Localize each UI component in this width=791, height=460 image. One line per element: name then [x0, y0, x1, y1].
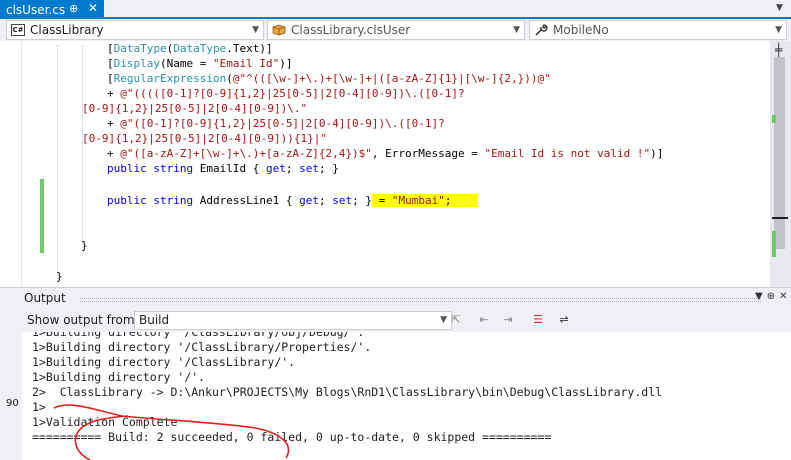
tab-clsuser[interactable]: clsUser.cs ⊕ ✕ — [0, 0, 104, 19]
clear-all-icon[interactable]: ☰ — [530, 312, 546, 328]
code-line: public string EmailId { get; set; } — [107, 162, 339, 175]
member-dropdown-value: MobileNo — [553, 23, 609, 37]
chevron-down-icon: ▼ — [252, 25, 259, 35]
output-line: 1>Building directory '/'. — [32, 370, 206, 384]
grip-dots — [80, 298, 761, 302]
pin-icon[interactable]: ⊕ — [69, 2, 78, 15]
split-handle-icon[interactable]: ╪ — [775, 43, 782, 57]
document-tab-strip: clsUser.cs ⊕ ✕ ▼ — [0, 0, 791, 19]
close-icon[interactable]: ✕ — [88, 1, 98, 15]
zoom-level[interactable]: 90 — [6, 398, 19, 409]
tab-label: clsUser.cs — [6, 2, 66, 17]
code-line: [Display(Name = "Email Id")] — [107, 57, 293, 70]
code-area[interactable]: [DataType(DataType.Text)] [Display(Name … — [22, 41, 770, 287]
output-line: 1>Building directory '/ClassLibrary/'. — [32, 355, 296, 369]
find-message-icon[interactable]: ⇱ — [448, 312, 464, 328]
output-line: 1>Building directory '/ClassLibrary/obj/… — [32, 332, 365, 339]
highlighted-snippet: = "Mumbai"; — [371, 194, 478, 207]
change-marker — [772, 231, 776, 257]
code-line: [RegularExpression(@"^(([\w-]+\.)+[\w-]+… — [107, 72, 551, 85]
code-line: [0-9]{1,2}|25[0-5]|2[0-4][0-9])){1}|" — [82, 132, 328, 145]
close-icon[interactable]: ✕ — [779, 291, 791, 302]
output-line: 1>Validation Complete — [32, 415, 178, 429]
project-dropdown[interactable]: C# ClassLibrary ▼ — [6, 20, 264, 40]
output-line: 1>Building directory '/ClassLibrary/Prop… — [32, 340, 372, 354]
member-dropdown[interactable]: MobileNo ▼ — [529, 20, 787, 40]
output-line: 2> ClassLibrary -> D:\Ankur\PROJECTS\My … — [32, 385, 663, 399]
pin-icon[interactable]: ⊕ — [767, 291, 779, 302]
output-text-area[interactable]: 1>Building directory '/ClassLibrary/obj/… — [22, 332, 791, 460]
scrollbar-thumb[interactable] — [774, 57, 785, 249]
project-dropdown-value: ClassLibrary — [30, 23, 104, 37]
previous-message-icon[interactable]: ⇤ — [476, 312, 492, 328]
code-editor[interactable]: [DataType(DataType.Text)] [Display(Name … — [0, 41, 791, 287]
class-dropdown[interactable]: ClassLibrary.clsUser ▼ — [267, 20, 525, 40]
class-dropdown-value: ClassLibrary.clsUser — [291, 23, 411, 37]
show-output-from-label: Show output from: — [27, 313, 139, 327]
code-line: [0-9]{1,2}|25[0-5]|2[0-4][0-9])\." — [82, 102, 308, 115]
wrench-icon — [534, 24, 548, 36]
editor-margin — [0, 41, 22, 287]
word-wrap-icon[interactable]: ⇌ — [556, 312, 572, 328]
output-title: Output — [24, 291, 66, 305]
code-line: + @"([0-1]?[0-9]{1,2}|25[0-5]|2[0-4][0-9… — [107, 117, 445, 130]
tab-overflow-icon[interactable]: ▼ — [776, 3, 783, 13]
caret-marker — [772, 217, 788, 219]
code-line: public string AddressLine1 { get; set; }… — [107, 194, 478, 207]
navigation-bar: C# ClassLibrary ▼ ClassLibrary.clsUser ▼… — [0, 19, 791, 41]
code-line: } — [56, 270, 63, 283]
code-line: + @"([a-zA-Z]+[\w-]+\.)+[a-zA-Z]{2,4})$"… — [107, 147, 664, 160]
output-panel-header: Output ▼⊕✕ — [0, 287, 791, 308]
change-marker — [772, 115, 776, 123]
output-toolbar: Show output from: Build ▼ ⇱ ⇤ ⇥ ☰ ⇌ — [22, 308, 791, 332]
chevron-down-icon: ▼ — [775, 25, 782, 35]
chevron-down-icon: ▼ — [513, 25, 520, 35]
chevron-down-icon: ▼ — [440, 315, 447, 325]
code-line: [DataType(DataType.Text)] — [107, 42, 273, 55]
code-line: } — [81, 239, 88, 252]
output-source-value: Build — [139, 313, 170, 327]
csharp-project-icon: C# — [11, 24, 25, 36]
output-source-select[interactable]: Build ▼ — [134, 311, 452, 330]
editor-vertical-scrollbar[interactable]: ╪ — [770, 41, 791, 287]
window-position-icon[interactable]: ▼ — [755, 291, 767, 302]
class-icon — [272, 24, 286, 36]
next-message-icon[interactable]: ⇥ — [500, 312, 516, 328]
output-line: ========== Build: 2 succeeded, 0 failed,… — [32, 430, 552, 444]
output-line: 1> — [32, 400, 46, 414]
code-line: + @"(((([0-1]?[0-9]{1,2}|25[0-5]|2[0-4][… — [107, 87, 465, 100]
output-left-strip — [0, 308, 22, 460]
